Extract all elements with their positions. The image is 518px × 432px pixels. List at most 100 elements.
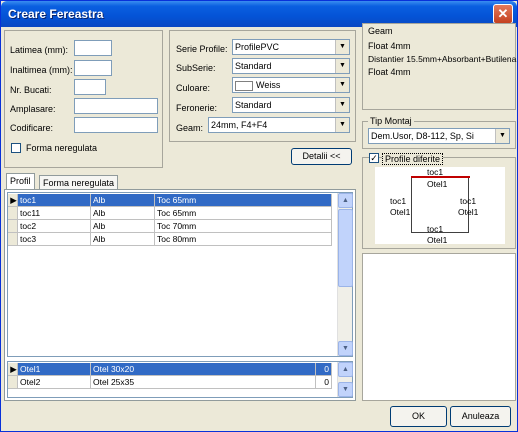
profile-grid-scrollbar[interactable]: ▲ ▼ xyxy=(337,193,353,356)
geam-info-panel: Geam Float 4mm Distantier 15.5mm+Absorba… xyxy=(362,23,516,110)
geam-info-line: Float 4mm xyxy=(368,41,411,51)
chevron-down-icon: ▼ xyxy=(335,118,349,132)
chevron-down-icon: ▼ xyxy=(335,98,349,112)
cancel-button[interactable]: Anuleaza xyxy=(450,406,511,427)
table-row[interactable]: ▶ Otel1 Otel 30x20 0 xyxy=(8,363,352,376)
codificare-input[interactable] xyxy=(74,117,158,133)
preview-bottom-reinforcement: Otel1 xyxy=(427,235,448,245)
scroll-up-icon[interactable]: ▲ xyxy=(338,362,353,377)
row-pointer-icon: ▶ xyxy=(8,194,18,207)
tab-profil[interactable]: Profil xyxy=(6,173,35,190)
color-swatch xyxy=(235,80,253,91)
profile-desc-cell: Toc 65mm xyxy=(155,207,332,220)
window-preview: toc1 Otel1 toc1 Otel1 toc1 Otel1 toc1 Ot… xyxy=(375,167,505,245)
geam-info-line: Distantier 15.5mm+Absorbant+Butilena xyxy=(368,54,517,64)
tab-forma-neregulata[interactable]: Forma neregulata xyxy=(39,175,119,190)
row-indicator xyxy=(8,376,18,389)
feronerie-label: Feronerie: xyxy=(176,103,218,113)
scroll-down-icon[interactable]: ▼ xyxy=(338,382,353,397)
tip-montaj-value: Dem.Usor, D8-112, Sp, Si xyxy=(371,131,474,141)
tip-montaj-label: Tip Montaj xyxy=(368,116,414,126)
culoare-label: Culoare: xyxy=(176,83,211,93)
profile-diferite-label: Profile diferite xyxy=(382,153,444,165)
steel-qty-cell: 0 xyxy=(316,376,332,389)
steel-qty-cell: 0 xyxy=(316,363,332,376)
subserie-select[interactable]: Standard ▼ xyxy=(232,58,350,74)
latimea-label: Latimea (mm): xyxy=(10,45,69,55)
steel-code-cell: Otel2 xyxy=(18,376,91,389)
window-title: Creare Fereastra xyxy=(8,7,104,21)
profile-color-cell: Alb xyxy=(91,233,155,246)
preview-right-profile: toc1 xyxy=(460,196,477,206)
scroll-down-icon[interactable]: ▼ xyxy=(338,341,353,356)
profile-desc-cell: Toc 80mm xyxy=(155,233,332,246)
geam-value: 24mm, F4+F4 xyxy=(211,120,268,130)
subserie-value: Standard xyxy=(235,61,272,71)
profile-color-cell: Alb xyxy=(91,220,155,233)
profile-code-cell: toc1 xyxy=(18,194,91,207)
profile-desc-cell: Toc 70mm xyxy=(155,220,332,233)
forma-neregulata-checkbox[interactable] xyxy=(11,143,21,153)
preview-right-reinforcement: Otel1 xyxy=(458,207,479,217)
profile-code-cell: toc11 xyxy=(18,207,91,220)
subserie-label: SubSerie: xyxy=(176,63,216,73)
nr-bucati-input[interactable] xyxy=(74,79,106,95)
latimea-input[interactable] xyxy=(74,40,112,56)
profile-color-cell: Alb xyxy=(91,207,155,220)
row-indicator xyxy=(8,207,18,220)
geam-label: Geam: xyxy=(176,123,204,133)
inaltimea-input[interactable] xyxy=(74,60,112,76)
feronerie-value: Standard xyxy=(235,100,272,110)
inaltimea-label: Inaltimea (mm): xyxy=(10,65,73,75)
dialog-window: Creare Fereastra ✕ Latimea (mm): Inaltim… xyxy=(0,0,518,432)
steel-desc-cell: Otel 30x20 xyxy=(91,363,316,376)
preview-top-profile: toc1 xyxy=(427,167,444,177)
codificare-label: Codificare: xyxy=(10,123,54,133)
serie-profile-select[interactable]: ProfilePVC ▼ xyxy=(232,39,350,55)
preview-bottom-profile: toc1 xyxy=(427,224,444,234)
amplasare-input[interactable] xyxy=(74,98,158,114)
row-indicator xyxy=(8,220,18,233)
table-row[interactable]: toc11 Alb Toc 65mm xyxy=(8,207,352,220)
geam-select[interactable]: 24mm, F4+F4 ▼ xyxy=(208,117,350,133)
nr-bucati-label: Nr. Bucati: xyxy=(10,85,52,95)
profile-desc-cell: Toc 65mm xyxy=(155,194,332,207)
chevron-down-icon: ▼ xyxy=(335,59,349,73)
table-row[interactable]: Otel2 Otel 25x35 0 xyxy=(8,376,352,389)
scroll-thumb[interactable] xyxy=(338,209,353,287)
row-indicator xyxy=(8,233,18,246)
steel-grid-scrollbar[interactable]: ▲ ▼ xyxy=(337,362,353,397)
culoare-select[interactable]: Weiss ▼ xyxy=(232,77,350,93)
chevron-down-icon: ▼ xyxy=(335,78,349,92)
tip-montaj-select[interactable]: Dem.Usor, D8-112, Sp, Si ▼ xyxy=(368,128,510,144)
tip-montaj-group: Tip Montaj Dem.Usor, D8-112, Sp, Si ▼ xyxy=(362,116,516,149)
feronerie-select[interactable]: Standard ▼ xyxy=(232,97,350,113)
close-button[interactable]: ✕ xyxy=(493,4,513,24)
profile-color-cell: Alb xyxy=(91,194,155,207)
profile-diferite-checkbox[interactable]: ✓ xyxy=(369,153,379,163)
table-row[interactable]: toc2 Alb Toc 70mm xyxy=(8,220,352,233)
serie-profile-label: Serie Profile: xyxy=(176,44,228,54)
ok-button[interactable]: OK xyxy=(390,406,447,427)
preview-left-profile: toc1 xyxy=(390,196,407,206)
right-empty-panel xyxy=(362,253,516,401)
serie-profile-value: ProfilePVC xyxy=(235,42,280,52)
table-row[interactable]: ▶ toc1 Alb Toc 65mm xyxy=(8,194,352,207)
steel-code-cell: Otel1 xyxy=(18,363,91,376)
row-pointer-icon: ▶ xyxy=(8,363,18,376)
preview-left-reinforcement: Otel1 xyxy=(390,207,411,217)
forma-neregulata-label: Forma neregulata xyxy=(26,143,98,153)
scroll-up-icon[interactable]: ▲ xyxy=(338,193,353,208)
detalii-button[interactable]: Detalii << xyxy=(291,148,352,165)
steel-desc-cell: Otel 25x35 xyxy=(91,376,316,389)
profile-diferite-group: ✓ Profile diferite toc1 Otel1 toc1 Otel1… xyxy=(362,153,516,249)
steel-grid: ▶ Otel1 Otel 30x20 0 Otel2 Otel 25x35 0 … xyxy=(7,361,353,398)
dimensions-panel: Latimea (mm): Inaltimea (mm): Nr. Bucati… xyxy=(4,30,163,168)
geam-info-line: Float 4mm xyxy=(368,67,411,77)
chevron-down-icon: ▼ xyxy=(335,40,349,54)
table-row[interactable]: toc3 Alb Toc 80mm xyxy=(8,233,352,246)
preview-top-reinforcement: Otel1 xyxy=(427,179,448,189)
profile-code-cell: toc2 xyxy=(18,220,91,233)
culoare-value: Weiss xyxy=(256,80,281,90)
profile-settings-panel: Serie Profile: ProfilePVC ▼ SubSerie: St… xyxy=(169,30,356,142)
